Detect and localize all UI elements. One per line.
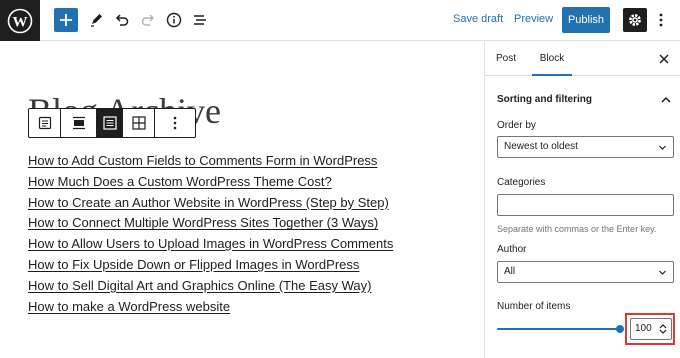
post-title-link[interactable]: How to Connect Multiple WordPress Sites …: [28, 215, 378, 230]
list-item: How to Fix Upside Down or Flipped Images…: [28, 255, 393, 276]
author-label: Author: [497, 244, 527, 255]
post-title-link[interactable]: How to Sell Digital Art and Graphics Onl…: [28, 278, 371, 293]
list-item: How to make a WordPress website: [28, 297, 393, 318]
categories-label: Categories: [497, 177, 546, 188]
list-item: How to Sell Digital Art and Graphics Onl…: [28, 276, 393, 297]
post-title-link[interactable]: How to Create an Author Website in WordP…: [28, 195, 389, 210]
align-button[interactable]: [61, 109, 97, 137]
spinner-arrows-icon[interactable]: [659, 323, 667, 335]
settings-button[interactable]: [623, 8, 647, 32]
plus-icon: [60, 14, 72, 26]
svg-text:W: W: [13, 14, 28, 30]
save-draft-button[interactable]: Save draft: [453, 13, 503, 25]
order-by-value: Newest to oldest: [504, 141, 578, 152]
redo-icon: [141, 14, 155, 26]
list-item: How to Add Custom Fields to Comments For…: [28, 151, 393, 172]
align-wide-icon: [72, 116, 85, 130]
grid-view-layout-button[interactable]: [123, 109, 155, 137]
list-item: How to Allow Users to Upload Images in W…: [28, 234, 393, 255]
block-toolbar: [28, 108, 196, 138]
pencil-icon: [91, 14, 102, 27]
slider-handle[interactable]: [616, 325, 624, 333]
undo-button[interactable]: [110, 8, 134, 32]
order-by-label: Order by: [497, 120, 536, 131]
author-value: All: [504, 266, 516, 277]
post-title-link[interactable]: How Much Does a Custom WordPress Theme C…: [28, 174, 332, 189]
editor-canvas: Blog Archive: [0, 42, 484, 358]
tab-block[interactable]: Block: [532, 42, 572, 76]
undo-icon: [115, 14, 129, 26]
post-title-link[interactable]: How to Add Custom Fields to Comments For…: [28, 153, 377, 168]
vertical-ellipsis-icon: [173, 116, 177, 130]
order-by-select[interactable]: Newest to oldest: [497, 136, 674, 158]
number-of-items-slider[interactable]: [497, 328, 620, 330]
list-item: How Much Does a Custom WordPress Theme C…: [28, 172, 393, 193]
list-view-layout-button[interactable]: [97, 109, 123, 137]
add-block-button[interactable]: [54, 8, 78, 32]
tab-post[interactable]: Post: [496, 42, 516, 76]
categories-help-text: Separate with commas or the Enter key.: [497, 224, 657, 234]
list-view-button[interactable]: [188, 8, 212, 32]
grid-layout-icon: [131, 116, 146, 130]
list-layout-icon: [102, 116, 117, 130]
close-sidebar-button[interactable]: [657, 52, 671, 66]
publish-button[interactable]: Publish: [562, 7, 610, 33]
chevron-down-icon: [659, 270, 666, 275]
post-title-link[interactable]: How to Fix Upside Down or Flipped Images…: [28, 257, 359, 272]
vertical-ellipsis-icon: [659, 13, 663, 27]
wordpress-logo-icon: W: [7, 8, 33, 33]
panel-title[interactable]: Sorting and filtering: [497, 94, 592, 105]
edit-tool-button[interactable]: [84, 8, 108, 32]
editor-top-bar: W Save draft Preview Publish: [0, 0, 680, 41]
chevron-up-icon[interactable]: [660, 94, 672, 106]
details-button[interactable]: [162, 8, 186, 32]
close-icon: [659, 54, 669, 64]
list-view-icon: [194, 15, 206, 25]
number-of-items-value: 100: [635, 323, 652, 334]
number-of-items-label: Number of items: [497, 301, 571, 312]
more-options-button[interactable]: [652, 8, 670, 32]
list-item: How to Connect Multiple WordPress Sites …: [28, 213, 393, 234]
wordpress-logo-button[interactable]: W: [0, 0, 40, 41]
categories-input[interactable]: [497, 194, 674, 216]
block-options-button[interactable]: [155, 109, 195, 137]
chevron-down-icon: [659, 145, 666, 150]
redo-button[interactable]: [136, 8, 160, 32]
list-item: How to Create an Author Website in WordP…: [28, 193, 393, 214]
number-of-items-input[interactable]: 100: [630, 318, 672, 340]
gear-icon: [629, 14, 641, 26]
settings-sidebar: Post Block Sorting and filtering Order b…: [484, 42, 680, 358]
sidebar-tabs: Post Block: [485, 42, 680, 76]
author-select[interactable]: All: [497, 261, 674, 283]
preview-button[interactable]: Preview: [514, 13, 553, 25]
query-loop-icon: [38, 116, 51, 130]
post-title-link[interactable]: How to Allow Users to Upload Images in W…: [28, 236, 393, 251]
post-list: How to Add Custom Fields to Comments For…: [28, 151, 393, 317]
block-type-button[interactable]: [29, 109, 61, 137]
post-title-link[interactable]: How to make a WordPress website: [28, 299, 230, 314]
info-icon: [166, 12, 182, 28]
